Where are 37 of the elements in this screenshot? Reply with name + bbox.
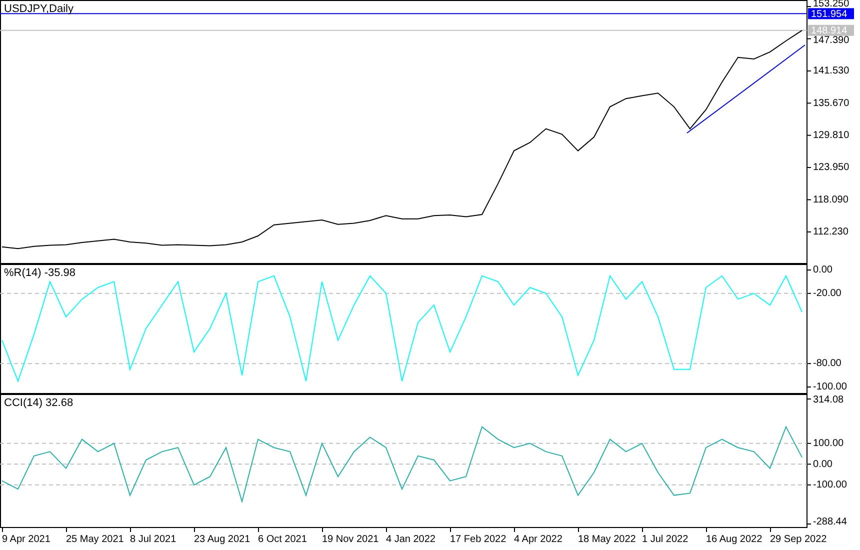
axis-label: 112.230 [813,226,848,238]
axis-label: 0.00 [813,264,832,276]
axis-label: 100.00 [813,438,844,450]
date-label: 6 Oct 2021 [258,534,307,545]
pane-title: CCI(14) 32.68 [4,397,74,409]
date-label: 17 Feb 2022 [450,534,506,545]
axis-label: 0.00 [813,458,832,470]
axis-label: 141.530 [813,66,850,77]
axis-label: -20.00 [813,288,842,300]
ref-line-label: 148.914 [811,26,848,36]
date-label: 25 May 2021 [66,534,124,545]
axis-label: 123.950 [813,162,850,174]
date-label: 19 Nov 2021 [322,534,379,545]
axis-label: 129.810 [813,130,850,141]
date-label: 4 Jan 2022 [386,534,436,545]
axis-label: -288.44 [813,516,847,528]
price-tag: 148.914 [808,24,854,36]
axis-label: 118.090 [813,194,848,206]
ref-line-label: 151.954 [811,8,848,20]
date-label: 1 Jul 2022 [642,534,688,545]
axis-label: 135.670 [813,98,850,109]
axis-label: -100.00 [813,382,847,393]
axis-label: 147.390 [813,35,850,46]
date-label: 8 Jul 2021 [130,534,176,545]
date-label: 18 May 2022 [578,534,636,545]
date-label: 23 Aug 2021 [194,534,250,545]
date-label: 29 Sep 2022 [770,534,827,545]
pane-title: %R(14) -35.98 [4,267,76,279]
date-label: 16 Aug 2022 [706,534,762,545]
date-label: 9 Apr 2021 [2,534,50,545]
pane-title: USDJPY,Daily [4,3,74,15]
axis-label: -80.00 [813,358,842,370]
axis-label: 153.250 [813,0,850,10]
date-label: 4 Apr 2022 [514,534,562,545]
price-tag: 151.954 [808,8,854,20]
axis-label: -100.00 [813,480,847,491]
axis-label: 314.08 [813,394,844,406]
